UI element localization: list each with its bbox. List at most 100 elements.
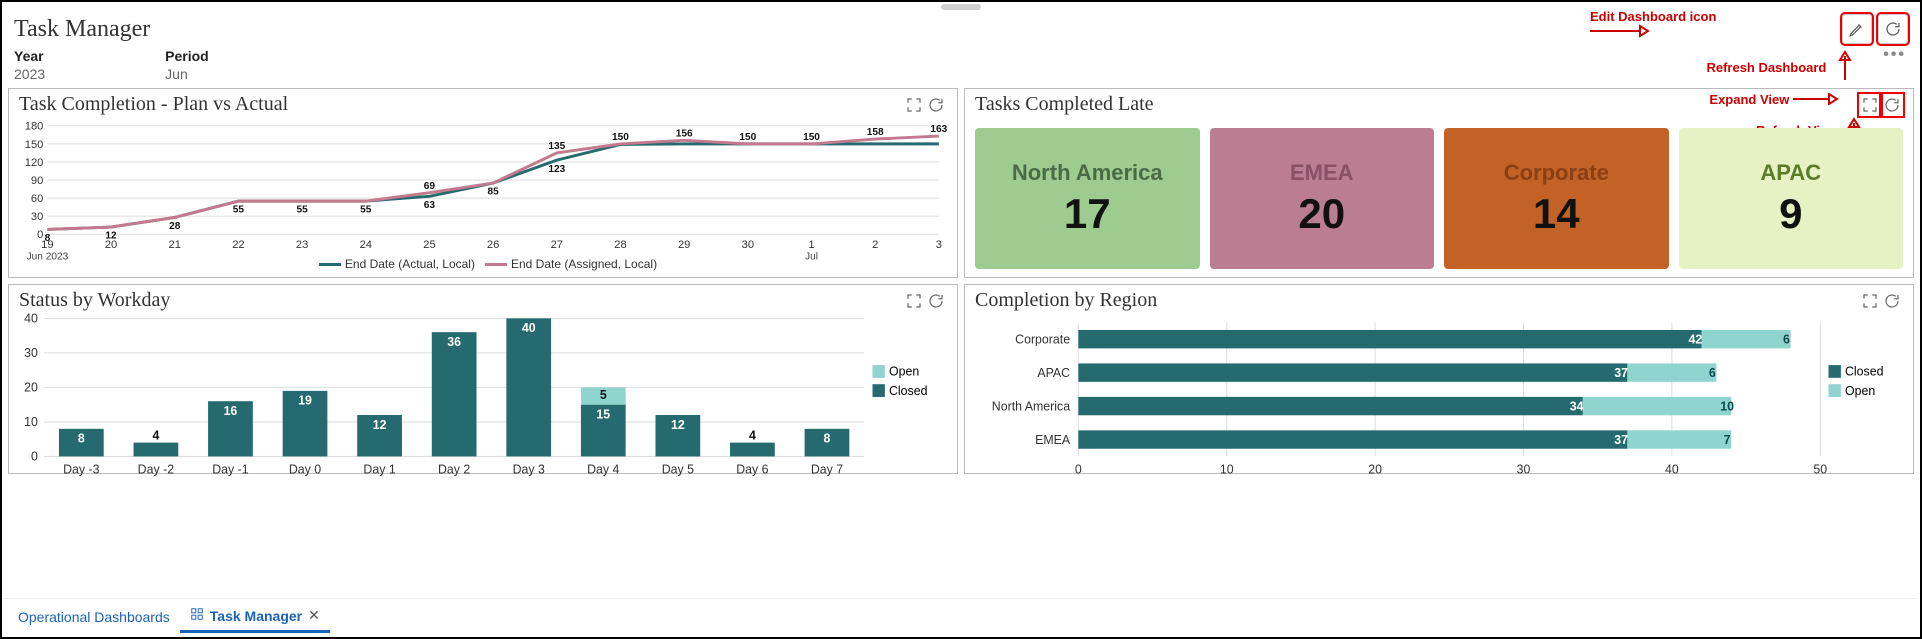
svg-text:21: 21 xyxy=(169,239,181,251)
more-actions-button[interactable]: ••• xyxy=(1879,44,1910,66)
svg-text:12: 12 xyxy=(373,418,387,432)
svg-text:Closed: Closed xyxy=(889,384,927,398)
expand-icon xyxy=(905,96,923,114)
svg-text:40: 40 xyxy=(522,321,536,335)
svg-text:20: 20 xyxy=(24,380,38,394)
expand-icon xyxy=(1861,96,1879,114)
edit-dashboard-button[interactable] xyxy=(1842,14,1872,44)
svg-text:Corporate: Corporate xyxy=(1015,332,1070,346)
expand-view-button[interactable] xyxy=(1859,94,1881,116)
legend-actual: End Date (Actual, Local) xyxy=(345,257,475,271)
legend-assigned: End Date (Assigned, Local) xyxy=(511,257,657,271)
svg-text:12: 12 xyxy=(671,418,685,432)
card-plan-vs-actual: Task Completion - Plan vs Actual 0306090… xyxy=(8,88,958,278)
filter-period[interactable]: Period Jun xyxy=(165,48,209,82)
refresh-view-button[interactable] xyxy=(1881,94,1903,116)
tile-value: 14 xyxy=(1533,190,1580,238)
card-completion-region: Completion by Region 01020304050426Corpo… xyxy=(964,284,1914,474)
svg-text:36: 36 xyxy=(447,335,461,349)
svg-text:0: 0 xyxy=(31,450,38,464)
svg-text:Day 5: Day 5 xyxy=(662,462,694,476)
svg-text:8: 8 xyxy=(78,431,85,445)
svg-text:Day -2: Day -2 xyxy=(138,462,174,476)
tile-corporate[interactable]: Corporate14 xyxy=(1444,128,1669,269)
tile-region: North America xyxy=(1012,160,1163,186)
card-status-workday: Status by Workday 0102030408Day -34Day -… xyxy=(8,284,958,474)
svg-text:55: 55 xyxy=(360,205,372,216)
svg-text:19: 19 xyxy=(298,393,312,407)
svg-text:Day 3: Day 3 xyxy=(513,462,545,476)
svg-text:180: 180 xyxy=(25,121,44,133)
svg-text:163: 163 xyxy=(930,124,947,135)
expand-view-button[interactable] xyxy=(1859,290,1881,312)
svg-text:Closed: Closed xyxy=(1845,365,1883,379)
svg-text:5: 5 xyxy=(600,388,607,402)
svg-text:135: 135 xyxy=(548,141,565,152)
svg-text:10: 10 xyxy=(24,415,38,429)
tile-apac[interactable]: APAC9 xyxy=(1679,128,1904,269)
svg-text:EMEA: EMEA xyxy=(1035,433,1071,447)
svg-text:3: 3 xyxy=(936,239,942,251)
dashboard-icon xyxy=(190,607,204,624)
svg-text:6: 6 xyxy=(1783,332,1790,346)
filter-period-label: Period xyxy=(165,48,209,64)
svg-text:40: 40 xyxy=(1665,462,1679,476)
refresh-view-button[interactable] xyxy=(925,290,947,312)
svg-text:Day 2: Day 2 xyxy=(438,462,470,476)
svg-text:120: 120 xyxy=(25,157,44,169)
svg-text:63: 63 xyxy=(424,200,436,211)
tab-operational-dashboards[interactable]: Operational Dashboards xyxy=(8,603,180,631)
svg-text:16: 16 xyxy=(224,404,238,418)
svg-text:37: 37 xyxy=(1614,433,1628,447)
tab-task-manager[interactable]: Task Manager ✕ xyxy=(180,601,330,633)
svg-text:10: 10 xyxy=(1720,399,1734,413)
refresh-view-button[interactable] xyxy=(925,94,947,116)
filter-year[interactable]: Year 2023 xyxy=(14,48,45,82)
svg-text:27: 27 xyxy=(551,239,563,251)
svg-text:158: 158 xyxy=(867,127,884,138)
svg-text:28: 28 xyxy=(169,221,181,232)
svg-text:150: 150 xyxy=(739,132,756,143)
tile-emea[interactable]: EMEA20 xyxy=(1210,128,1435,269)
annotation-refresh-dashboard: Refresh Dashboard xyxy=(1706,50,1860,87)
svg-text:69: 69 xyxy=(424,181,436,192)
refresh-view-button[interactable] xyxy=(1881,290,1903,312)
svg-text:Open: Open xyxy=(1845,384,1875,398)
svg-text:2: 2 xyxy=(872,239,878,251)
svg-text:8: 8 xyxy=(45,233,51,244)
expand-view-button[interactable] xyxy=(903,290,925,312)
svg-text:APAC: APAC xyxy=(1037,366,1070,380)
card-title: Tasks Completed Late xyxy=(975,93,1154,116)
annotation-expand-view: Expand View xyxy=(1709,93,1839,108)
svg-text:20: 20 xyxy=(1368,462,1382,476)
close-tab-icon[interactable]: ✕ xyxy=(308,607,320,624)
svg-text:Day 0: Day 0 xyxy=(289,462,321,476)
svg-text:29: 29 xyxy=(678,239,690,251)
svg-text:22: 22 xyxy=(232,239,244,251)
svg-text:40: 40 xyxy=(24,312,38,326)
svg-text:55: 55 xyxy=(233,205,245,216)
svg-text:7: 7 xyxy=(1724,433,1731,447)
refresh-icon xyxy=(1883,96,1901,114)
card-title: Task Completion - Plan vs Actual xyxy=(19,93,288,116)
filter-year-label: Year xyxy=(14,48,45,64)
refresh-icon xyxy=(1884,20,1902,38)
svg-text:37: 37 xyxy=(1614,366,1628,380)
svg-text:1: 1 xyxy=(808,239,814,251)
svg-text:Day 1: Day 1 xyxy=(363,462,395,476)
svg-text:4: 4 xyxy=(152,428,159,442)
tile-region: EMEA xyxy=(1290,160,1354,186)
refresh-icon xyxy=(1883,292,1901,310)
svg-text:24: 24 xyxy=(360,239,372,251)
filter-period-value: Jun xyxy=(165,66,209,82)
svg-text:10: 10 xyxy=(1220,462,1234,476)
svg-text:55: 55 xyxy=(296,205,308,216)
refresh-icon xyxy=(927,292,945,310)
svg-text:Open: Open xyxy=(889,365,919,379)
svg-text:90: 90 xyxy=(31,175,43,187)
refresh-dashboard-button[interactable] xyxy=(1878,14,1908,44)
svg-text:6: 6 xyxy=(1709,366,1716,380)
tile-north-america[interactable]: North America17 xyxy=(975,128,1200,269)
expand-view-button[interactable] xyxy=(903,94,925,116)
svg-text:30: 30 xyxy=(1517,462,1531,476)
